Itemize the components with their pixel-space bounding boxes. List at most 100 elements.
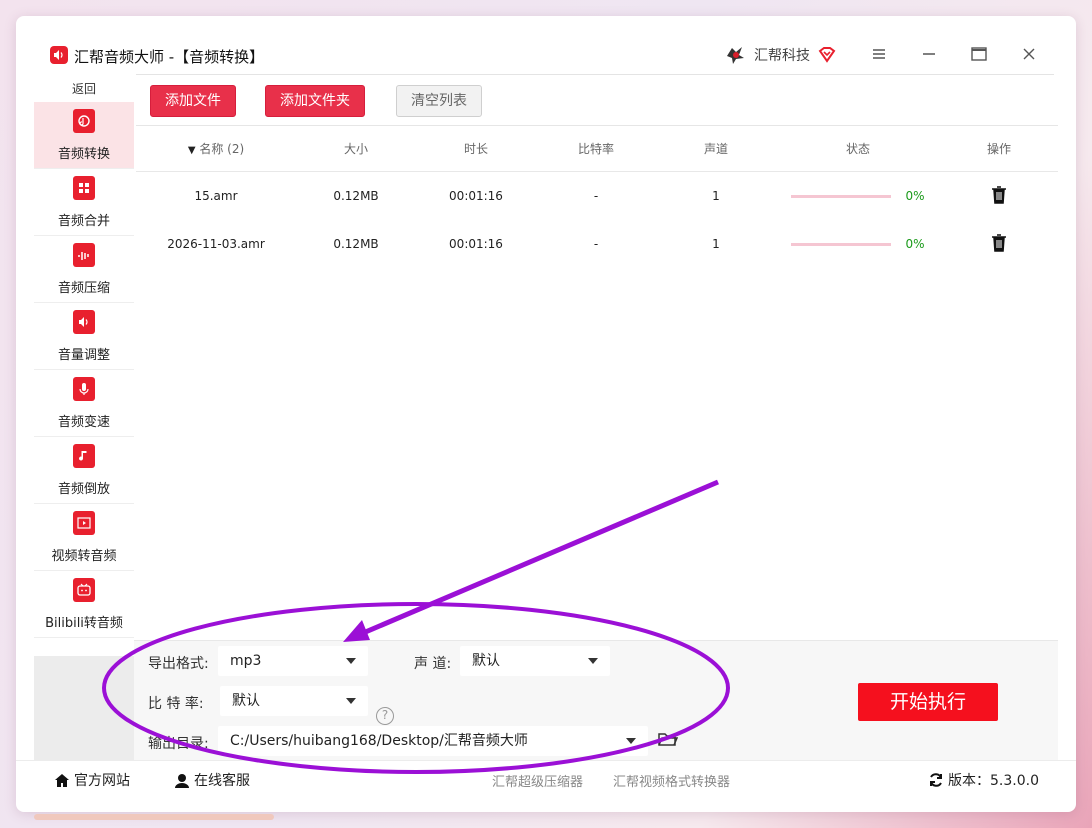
video-converter-link[interactable]: 汇帮视频格式转换器 (613, 771, 730, 790)
sidebar-item-audio-reverse[interactable]: 音频倒放 (34, 437, 134, 504)
trash-icon (992, 185, 1006, 204)
output-dir-label: 输出目录: (148, 736, 209, 752)
file-channel: 1 (712, 189, 720, 203)
taskbar-shadow (34, 814, 274, 820)
sidebar-item-audio-speed[interactable]: 音频变速 (34, 370, 134, 437)
output-dir-select[interactable]: C:/Users/huibang168/Desktop/汇帮音频大师 (218, 726, 648, 756)
minimize-icon (923, 53, 935, 55)
bilibili-icon (73, 578, 95, 602)
progress-percent: 0% (905, 237, 925, 251)
delete-button[interactable] (940, 185, 1058, 207)
file-status: 0% (776, 189, 940, 203)
sidebar-item-volume-adjust[interactable]: 音量调整 (34, 303, 134, 370)
sidebar-item-label: 音频变速 (57, 415, 110, 430)
channel-select[interactable]: 默认 (460, 646, 610, 676)
column-header-duration[interactable]: 时长 (416, 140, 536, 157)
file-bitrate: - (593, 189, 599, 203)
sidebar-item-audio-convert[interactable]: 音频转换 (34, 102, 134, 169)
browse-folder-button[interactable] (658, 731, 679, 751)
sidebar-item-audio-compress[interactable]: 音频压缩 (34, 236, 134, 303)
menu-button[interactable] (864, 42, 894, 66)
brand-name: 汇帮科技 (754, 48, 810, 64)
trash-icon (992, 233, 1006, 252)
file-name: 15.amr (194, 189, 238, 203)
sidebar-item-label: 音频转换 (57, 147, 110, 162)
help-icon[interactable]: ? (376, 707, 394, 725)
format-value: mp3 (230, 653, 262, 669)
heart-diamond-icon (818, 47, 836, 63)
table-row[interactable]: 2026-11-03.amr 0.12MB 00:01:16 - 1 0% (136, 220, 1058, 268)
column-header-bitrate[interactable]: 比特率 (536, 140, 656, 157)
audio-convert-icon (73, 109, 95, 133)
add-file-button[interactable]: 添加文件 (150, 85, 236, 117)
volume-adjust-icon (73, 310, 95, 334)
format-label: 导出格式: (148, 656, 209, 672)
folder-icon (658, 733, 679, 746)
sidebar-item-video-to-audio[interactable]: 视频转音频 (34, 504, 134, 571)
column-header-name[interactable]: ▼ 名称 (2) (136, 140, 296, 157)
sort-down-icon: ▼ (187, 145, 196, 156)
channel-label: 声 道: (414, 656, 452, 672)
chevron-down-icon (588, 658, 598, 664)
video-to-audio-icon (73, 511, 95, 535)
progress-bar (791, 194, 892, 198)
user-support-icon (175, 773, 189, 788)
close-icon (1023, 48, 1035, 60)
clear-list-button[interactable]: 清空列表 (396, 85, 482, 117)
sidebar-item-label: Bilibili转音频 (45, 616, 123, 631)
audio-speed-icon (73, 377, 95, 401)
file-table: ▼ 名称 (2) 大小 时长 比特率 声道 状态 操作 15.amr 0.12M… (136, 126, 1058, 268)
status-bar: 官方网站 在线客服 汇帮超级压缩器 汇帮视频格式转换器 版本：5.3.0.0 (16, 760, 1076, 796)
sidebar-item-bilibili[interactable]: Bilibili转音频 (34, 571, 134, 638)
file-size: 0.12MB (333, 237, 379, 251)
minimize-button[interactable] (914, 42, 944, 66)
progress-bar (791, 242, 892, 246)
sidebar-item-label: 音频合并 (57, 214, 110, 229)
sidebar-item-label: 视频转音频 (51, 549, 117, 564)
bitrate-value: 默认 (232, 693, 260, 709)
close-button[interactable] (1014, 42, 1044, 66)
output-dir-value: C:/Users/huibang168/Desktop/汇帮音频大师 (230, 733, 528, 749)
progress-percent: 0% (905, 189, 925, 203)
speaker-icon (50, 46, 68, 64)
format-select[interactable]: mp3 (218, 646, 368, 676)
add-folder-button[interactable]: 添加文件夹 (265, 85, 365, 117)
title-divider (136, 74, 1054, 75)
column-header-action: 操作 (986, 142, 1011, 156)
maximize-icon (971, 47, 987, 61)
audio-reverse-icon (73, 444, 95, 468)
hamburger-icon (873, 49, 885, 59)
home-icon (55, 773, 69, 787)
table-row[interactable]: 15.amr 0.12MB 00:01:16 - 1 0% (136, 172, 1058, 220)
file-status: 0% (776, 237, 940, 251)
start-button[interactable]: 开始执行 (858, 683, 998, 721)
table-header: ▼ 名称 (2) 大小 时长 比特率 声道 状态 操作 (136, 126, 1058, 172)
sidebar-footer-area (34, 656, 134, 760)
brand[interactable]: 汇帮科技 (724, 44, 836, 66)
chevron-down-icon (346, 698, 356, 704)
window-title: 汇帮音频大师 -【音频转换】 (74, 48, 265, 66)
column-header-channel[interactable]: 声道 (656, 140, 776, 157)
version-info[interactable]: 版本：5.3.0.0 (928, 770, 1039, 790)
back-link[interactable]: 返回 (34, 76, 134, 102)
brand-logo-icon (727, 47, 744, 64)
channel-value: 默认 (472, 653, 500, 669)
super-compressor-link[interactable]: 汇帮超级压缩器 (492, 771, 583, 790)
delete-button[interactable] (940, 233, 1058, 255)
maximize-button[interactable] (964, 42, 994, 66)
audio-compress-icon (73, 243, 95, 267)
column-header-size[interactable]: 大小 (296, 140, 416, 157)
bitrate-select[interactable]: 默认 (220, 686, 368, 716)
online-support-link[interactable]: 在线客服 (174, 770, 250, 790)
sidebar-item-audio-merge[interactable]: 音频合并 (34, 169, 134, 236)
sidebar-item-label: 音频压缩 (57, 281, 110, 296)
file-name: 2026-11-03.amr (167, 237, 265, 251)
file-bitrate: - (593, 237, 599, 251)
sidebar-item-label: 音频倒放 (57, 482, 110, 497)
column-header-status: 状态 (845, 142, 870, 156)
app-window: 汇帮音频大师 -【音频转换】 汇帮科技 返回 音频转换 音频合并 音频压缩 音量… (16, 16, 1076, 812)
chevron-down-icon (626, 738, 636, 744)
file-size: 0.12MB (333, 189, 379, 203)
official-website-link[interactable]: 官方网站 (54, 770, 130, 790)
audio-merge-icon (73, 176, 95, 200)
